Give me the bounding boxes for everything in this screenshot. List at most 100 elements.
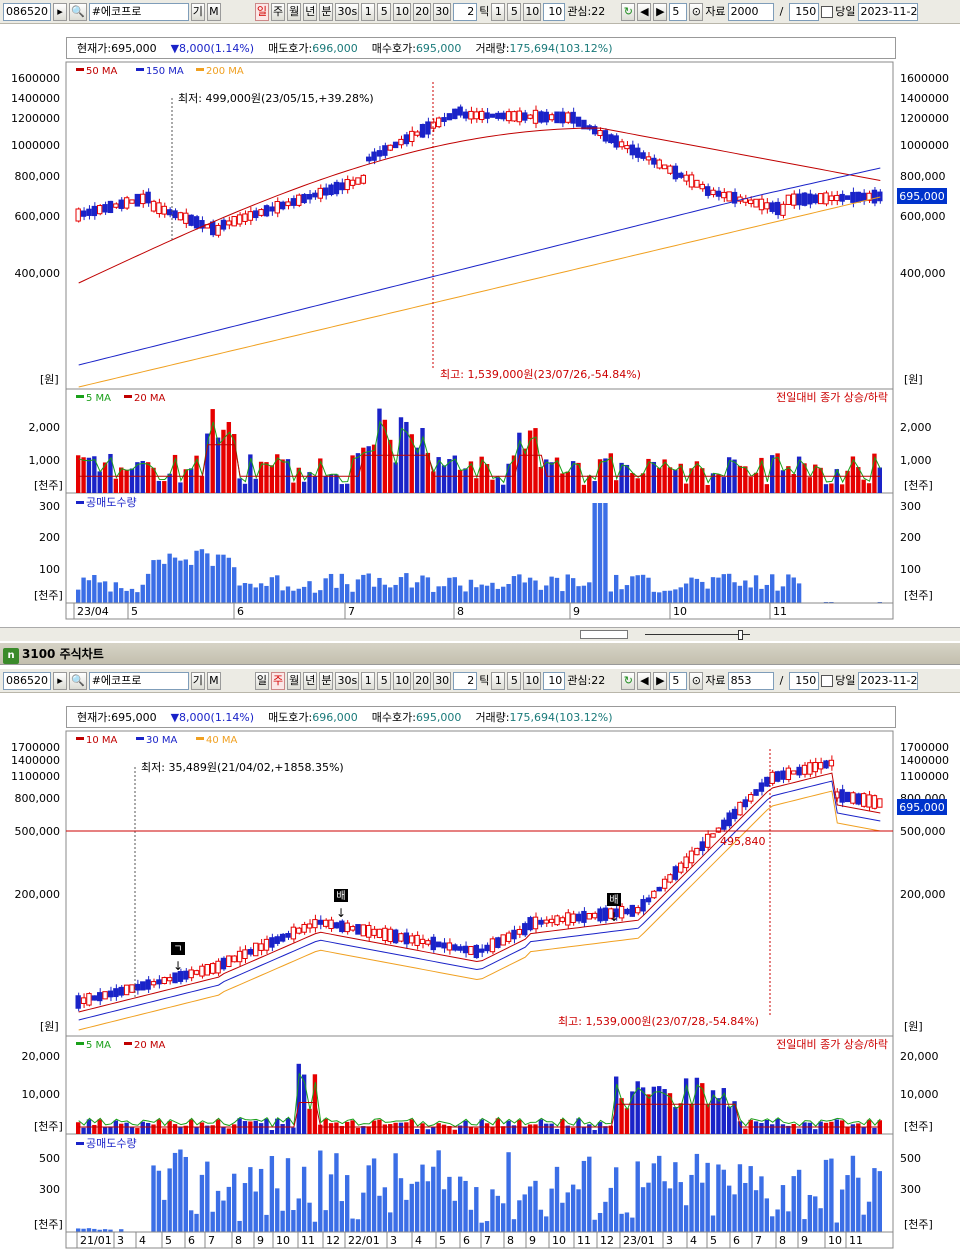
short-bar [581,585,587,603]
period-button-2[interactable]: 월 [287,671,302,690]
search-icon[interactable]: 🔍 [69,2,87,21]
prev-arrow-button[interactable]: ▸ [53,2,67,21]
period-button-3[interactable]: 년 [303,2,318,21]
ten-input[interactable]: 10 [543,671,566,690]
volume-bar [414,447,420,493]
short-bar [850,1155,856,1232]
short-bar [237,1220,242,1232]
date-input[interactable]: 2023-11-2 [857,671,918,690]
ten-input[interactable]: 10 [543,2,566,21]
page-size-input[interactable]: 150 [789,2,820,21]
m-button[interactable]: M [206,2,221,21]
volume-bar [743,466,748,493]
candle [796,193,802,206]
interval-button-1[interactable]: 5 [377,671,392,690]
period-button-1[interactable]: 주 [270,671,286,690]
today-checkbox[interactable] [821,5,834,18]
stock-name-input[interactable]: #에코프로 [88,671,189,690]
interval-button-0[interactable]: 1 [361,2,376,21]
daily-chart-svg[interactable]: 50 MA 150 MA 200 MA 1600000 1600000 1400000 14… [0,25,960,627]
short-y-tick-right-2: 100 [900,563,921,576]
step-input[interactable]: 5 [669,671,688,690]
period-button-1[interactable]: 주 [270,2,286,21]
page-size-input[interactable]: 150 [789,671,820,690]
tick-button-2[interactable]: 10 [523,671,542,690]
tick-button-0[interactable]: 1 [491,2,506,21]
period-button-0[interactable]: 일 [254,2,269,21]
period-button-0[interactable]: 일 [254,671,269,690]
tick-button-2[interactable]: 10 [523,2,542,21]
interval-button-1[interactable]: 5 [377,2,392,21]
period-button-4[interactable]: 분 [319,671,334,690]
period-button-2[interactable]: 월 [287,2,302,21]
weekly-chart-svg[interactable]: 10 MA 30 MA 40 MA1700000 17000001400000 1400… [0,694,960,1256]
stock-code-input[interactable]: 086520 [3,671,51,690]
tick-button-1[interactable]: 5 [507,2,522,21]
period-button-5[interactable]: 30s [335,2,360,21]
data-count-select[interactable]: 2000 [727,2,774,21]
refresh-icon[interactable]: ↻ [621,2,636,21]
candle [645,897,652,903]
x-label-0: 21/01 [80,1234,112,1247]
volume-bar [646,1094,651,1134]
short-bar [726,1185,732,1232]
interval-button-0[interactable]: 1 [361,671,376,690]
left-arrow-button[interactable]: ◀ [637,671,652,690]
candle [123,984,130,996]
interval-button-2[interactable]: 10 [393,671,412,690]
zoom-slider-handle[interactable] [738,630,743,640]
right-arrow-button[interactable]: ▶ [653,671,668,690]
short-bar [414,582,420,603]
gi-button[interactable]: 기 [190,671,205,690]
interval-button-3[interactable]: 20 [413,2,432,21]
candle [129,199,135,204]
tick-button-0[interactable]: 1 [491,671,506,690]
candle [753,789,759,796]
period-button-3[interactable]: 년 [303,671,318,690]
interval-button-2[interactable]: 10 [393,2,412,21]
x-label-10: 12 [326,1234,340,1247]
gi-button[interactable]: 기 [190,2,205,21]
search-icon[interactable]: 🔍 [69,671,87,690]
short-bar [431,1166,436,1232]
tick-button-1[interactable]: 5 [507,671,522,690]
period-button-4[interactable]: 분 [319,2,334,21]
prev-arrow-button[interactable]: ▸ [53,671,67,690]
left-arrow-button[interactable]: ◀ [637,2,652,21]
today-checkbox[interactable] [821,674,834,687]
interval-button-3[interactable]: 20 [413,671,432,690]
interval-button-4[interactable]: 30 [433,2,452,21]
clock-icon[interactable]: ⊙ [689,671,704,690]
zoom-slider[interactable] [645,634,750,635]
stock-code-input[interactable]: 086520 [3,2,51,21]
right-arrow-button[interactable]: ▶ [653,2,668,21]
price-unit-right: [원] [904,373,923,386]
candle [532,916,539,930]
chart-scrollbar[interactable] [0,627,960,641]
volume-bar [474,478,479,493]
refresh-icon[interactable]: ↻ [621,671,636,690]
short-bar [258,583,264,603]
m-button[interactable]: M [206,671,221,690]
short-bar [484,585,490,603]
scroll-thumb[interactable] [580,630,628,639]
interval-button-4[interactable]: 30 [433,671,452,690]
step-input[interactable]: 5 [669,2,688,21]
stock-name-input[interactable]: #에코프로 [88,2,189,21]
tick-input[interactable]: 2 [453,2,478,21]
short-bar [689,1174,694,1232]
short-bar [280,590,285,603]
candle [554,111,560,124]
clock-icon[interactable]: ⊙ [689,2,704,21]
period-button-5[interactable]: 30s [335,671,360,690]
candle [780,770,786,780]
tick-input[interactable]: 2 [453,671,478,690]
short-bar [194,550,199,603]
short-bar [700,1182,705,1232]
candle [575,913,582,922]
date-input[interactable]: 2023-11-2 [857,2,918,21]
data-count-select[interactable]: 853 [727,671,774,690]
candle [844,791,851,803]
candle [129,984,135,993]
candle [75,208,81,222]
